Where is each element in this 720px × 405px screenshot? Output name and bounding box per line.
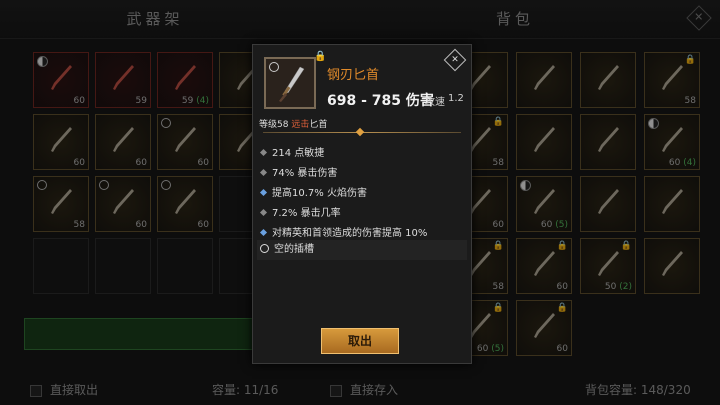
item-level: 等级58: [259, 120, 289, 130]
close-icon: ✕: [451, 55, 459, 65]
item-tooltip: 🔒 钢刃匕首 698 - 785 伤害 攻速 1.2 ✕ 等级58 远击匕首 2…: [252, 44, 472, 364]
item-level-line: 等级58 远击匕首: [259, 117, 327, 130]
item-name: 钢刃匕首: [327, 68, 380, 83]
item-damage: 698 - 785 伤害: [327, 93, 434, 109]
stat-line: 对精英和首领造成的伤害提高 10%: [259, 224, 427, 239]
stat-line: 提高10.7% 火焰伤害: [259, 184, 367, 199]
grey-bullet-icon: [259, 148, 268, 157]
stat-text: 214 点敏捷: [272, 148, 325, 159]
item-range: 远击: [291, 120, 310, 130]
stat-text: 提高10.7% 火焰伤害: [272, 188, 367, 199]
take-out-button[interactable]: 取出: [321, 328, 399, 354]
empty-socket-label: 空的插槽: [274, 244, 314, 255]
blue-bullet-icon: [259, 228, 268, 237]
tooltip-close-button[interactable]: ✕: [443, 48, 467, 72]
blue-bullet-icon: [259, 188, 268, 197]
stat-line: 7.2% 暴击几率: [259, 204, 341, 219]
stat-line: 214 点敏捷: [259, 144, 324, 159]
stat-text: 7.2% 暴击几率: [272, 208, 341, 219]
grey-bullet-icon: [259, 168, 268, 177]
stat-line: 74% 暴击伤害: [259, 164, 337, 179]
empty-socket-row: 空的插槽: [257, 240, 467, 260]
dagger-icon: [279, 66, 305, 102]
grey-bullet-icon: [259, 208, 268, 217]
item-type: 匕首: [309, 120, 328, 130]
speed-value: 1.2: [448, 93, 464, 104]
empty-socket-icon: [260, 244, 269, 253]
lock-icon: 🔒: [314, 51, 327, 62]
item-icon: [264, 57, 316, 109]
stat-text: 对精英和首领造成的伤害提高 10%: [272, 228, 428, 239]
divider-diamond-icon: [355, 127, 365, 137]
speed-label: 攻速: [425, 97, 445, 108]
stat-text: 74% 暴击伤害: [272, 168, 338, 179]
